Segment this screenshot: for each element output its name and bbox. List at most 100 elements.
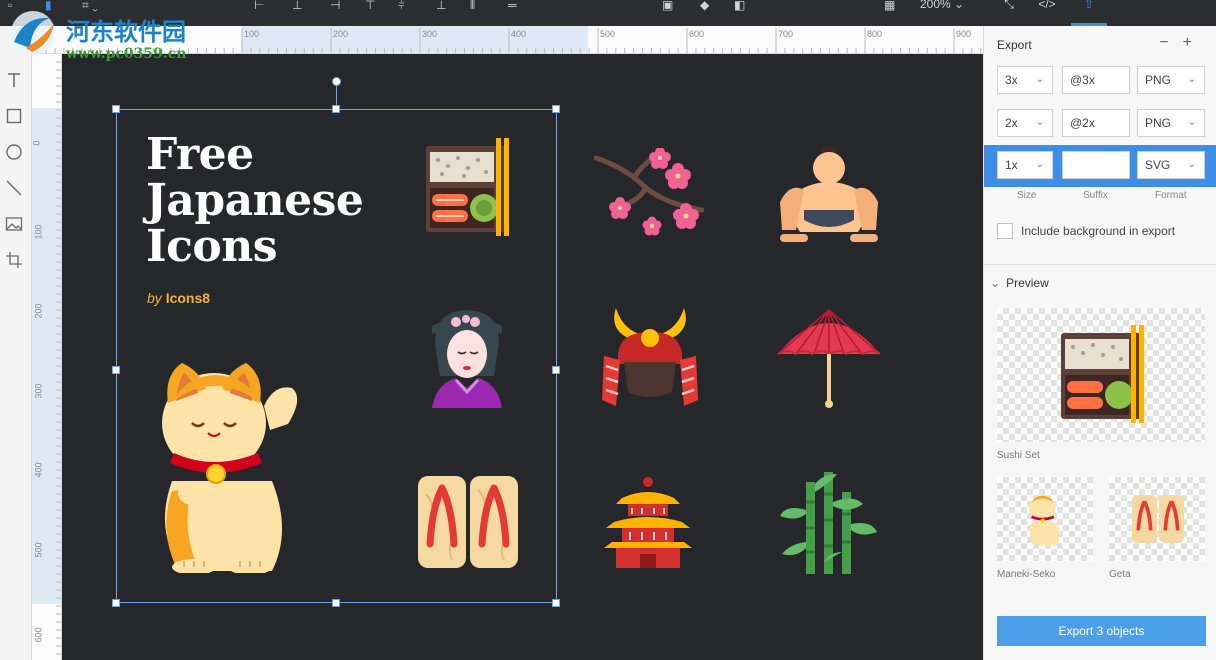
preview-thumbnail[interactable] xyxy=(997,477,1093,561)
ruler-label: 100 xyxy=(33,224,44,240)
ruler-label: 300 xyxy=(33,383,44,399)
zoom-icon[interactable]: ▦ xyxy=(884,0,895,12)
rotation-handle[interactable] xyxy=(332,77,341,86)
canvas[interactable]: Free Japanese Icons by Icons8 xyxy=(62,54,983,660)
vertical-ruler[interactable]: 0 100 200 300 400 500 600 xyxy=(32,54,62,660)
ruler-label: 400 xyxy=(33,462,44,478)
size-label: Size xyxy=(1017,190,1037,201)
ruler-label: 500 xyxy=(33,542,44,558)
divider xyxy=(984,264,1216,265)
format-select[interactable]: SVG ⌄ xyxy=(1137,151,1205,179)
preview-thumbnail[interactable] xyxy=(1109,477,1205,561)
preview-thumbnail[interactable] xyxy=(997,308,1205,442)
resize-handle-se[interactable] xyxy=(552,599,560,607)
suffix-value: @2x xyxy=(1070,116,1095,130)
zoom-value: 200% xyxy=(920,0,951,11)
format-value: PNG xyxy=(1145,73,1172,87)
resize-handle-nw[interactable] xyxy=(112,105,120,113)
distribute-vertical-icon[interactable]: ═ xyxy=(508,0,517,12)
selection-box[interactable] xyxy=(116,109,557,603)
export-button[interactable]: Export 3 objects xyxy=(997,616,1206,646)
inspector-tabs: ⤡ </> ⇧ xyxy=(983,0,1216,26)
export-row[interactable]: 2x ⌄ @2x PNG ⌄ xyxy=(984,103,1216,145)
bamboo-icon[interactable] xyxy=(778,472,878,574)
resize-handle-n[interactable] xyxy=(332,105,340,113)
zoom-level[interactable]: 200% ⌄ xyxy=(920,0,964,11)
boolean-intersect-icon[interactable]: ◧ xyxy=(734,0,745,12)
export-row[interactable]: 3x ⌄ @3x PNG ⌄ xyxy=(984,60,1216,102)
chevron-down-icon: ⌄ xyxy=(990,276,1001,290)
align-middle-icon[interactable]: ⫩ xyxy=(398,0,405,12)
line-tool-icon[interactable] xyxy=(4,178,24,198)
ruler-label: 800 xyxy=(867,29,883,39)
add-icon[interactable]: + xyxy=(1183,34,1206,51)
size-select[interactable]: 2x ⌄ xyxy=(997,109,1053,137)
distribute-icon[interactable]: ⫴ xyxy=(470,0,475,12)
samurai-helmet-icon[interactable] xyxy=(600,304,700,408)
watermark-logo-icon xyxy=(11,11,55,55)
artboard[interactable]: Free Japanese Icons by Icons8 xyxy=(62,54,983,660)
ruler-label: 600 xyxy=(33,627,44,643)
tool-strip xyxy=(0,26,32,660)
resize-handle-sw[interactable] xyxy=(112,599,120,607)
resize-handle-w[interactable] xyxy=(112,366,120,374)
boolean-union-icon[interactable]: ▣ xyxy=(662,0,673,12)
suffix-input[interactable] xyxy=(1062,151,1130,179)
grid-icon[interactable]: ⌗ ⌄ xyxy=(82,0,98,12)
preview-caption: Geta xyxy=(1109,569,1131,580)
size-select[interactable]: 3x ⌄ xyxy=(997,66,1053,94)
resize-handle-ne[interactable] xyxy=(552,105,560,113)
maneki-neko-icon xyxy=(1029,495,1060,546)
remove-icon[interactable]: − xyxy=(1159,34,1182,51)
ruler-label: 900 xyxy=(956,29,972,39)
include-background-checkbox[interactable] xyxy=(997,223,1013,239)
sumo-wrestler-icon[interactable] xyxy=(776,142,882,242)
suffix-input[interactable]: @2x xyxy=(1062,109,1130,137)
tab-design[interactable]: ⤡ xyxy=(991,0,1027,26)
chevron-down-icon: ⌄ xyxy=(1035,159,1044,170)
preview-caption: Sushi Set xyxy=(997,450,1040,461)
include-background-label: Include background in export xyxy=(1021,224,1176,238)
preview-header[interactable]: ⌄ Preview xyxy=(990,276,1049,290)
rectangle-tool-icon[interactable] xyxy=(4,106,24,126)
artboard-tool-icon[interactable] xyxy=(4,250,24,270)
align-left-icon[interactable]: ⊢ xyxy=(254,0,264,12)
align-center-icon[interactable]: ⊥ xyxy=(292,0,302,12)
align-bottom-icon[interactable]: ⊥ xyxy=(436,0,446,12)
paper-umbrella-icon[interactable] xyxy=(776,308,882,408)
suffix-label: Suffix xyxy=(1083,190,1108,201)
resize-handle-s[interactable] xyxy=(332,599,340,607)
size-value: 3x xyxy=(1005,73,1018,87)
size-value: 2x xyxy=(1005,116,1018,130)
tab-code[interactable]: </> xyxy=(1029,0,1065,26)
export-row-selected[interactable]: 1x ⌄ SVG ⌄ xyxy=(984,145,1216,187)
ruler-label: 500 xyxy=(600,29,616,39)
geta-sandals-icon xyxy=(1132,495,1184,543)
ruler-label: 0 xyxy=(32,140,42,146)
oval-tool-icon[interactable] xyxy=(4,142,24,162)
align-right-icon[interactable]: ⊣ xyxy=(330,0,340,12)
export-actions: −+ xyxy=(1159,34,1206,52)
ruler-label: 200 xyxy=(33,303,44,319)
chevron-down-icon: ⌄ xyxy=(1187,74,1196,85)
suffix-input[interactable]: @3x xyxy=(1062,66,1130,94)
format-select[interactable]: PNG ⌄ xyxy=(1137,66,1205,94)
chevron-down-icon: ⌄ xyxy=(1187,117,1196,128)
image-tool-icon[interactable] xyxy=(4,214,24,234)
watermark-url: www.pc0359.cn xyxy=(66,46,187,62)
suffix-value: @3x xyxy=(1070,73,1095,87)
tab-export[interactable]: ⇧ xyxy=(1071,0,1107,26)
format-select[interactable]: PNG ⌄ xyxy=(1137,109,1205,137)
include-background-option[interactable]: Include background in export xyxy=(997,223,1175,239)
text-tool-icon[interactable] xyxy=(4,70,24,90)
ruler-label: 600 xyxy=(689,29,705,39)
resize-handle-e[interactable] xyxy=(552,366,560,374)
cherry-blossom-icon[interactable] xyxy=(594,148,704,238)
format-label: Format xyxy=(1155,190,1187,201)
ruler-label: 100 xyxy=(244,29,260,39)
boolean-subtract-icon[interactable]: ◆ xyxy=(700,0,709,12)
align-top-icon[interactable]: ⊤ xyxy=(365,0,375,12)
pagoda-icon[interactable] xyxy=(602,476,694,570)
size-select[interactable]: 1x ⌄ xyxy=(997,151,1053,179)
format-value: PNG xyxy=(1145,116,1172,130)
